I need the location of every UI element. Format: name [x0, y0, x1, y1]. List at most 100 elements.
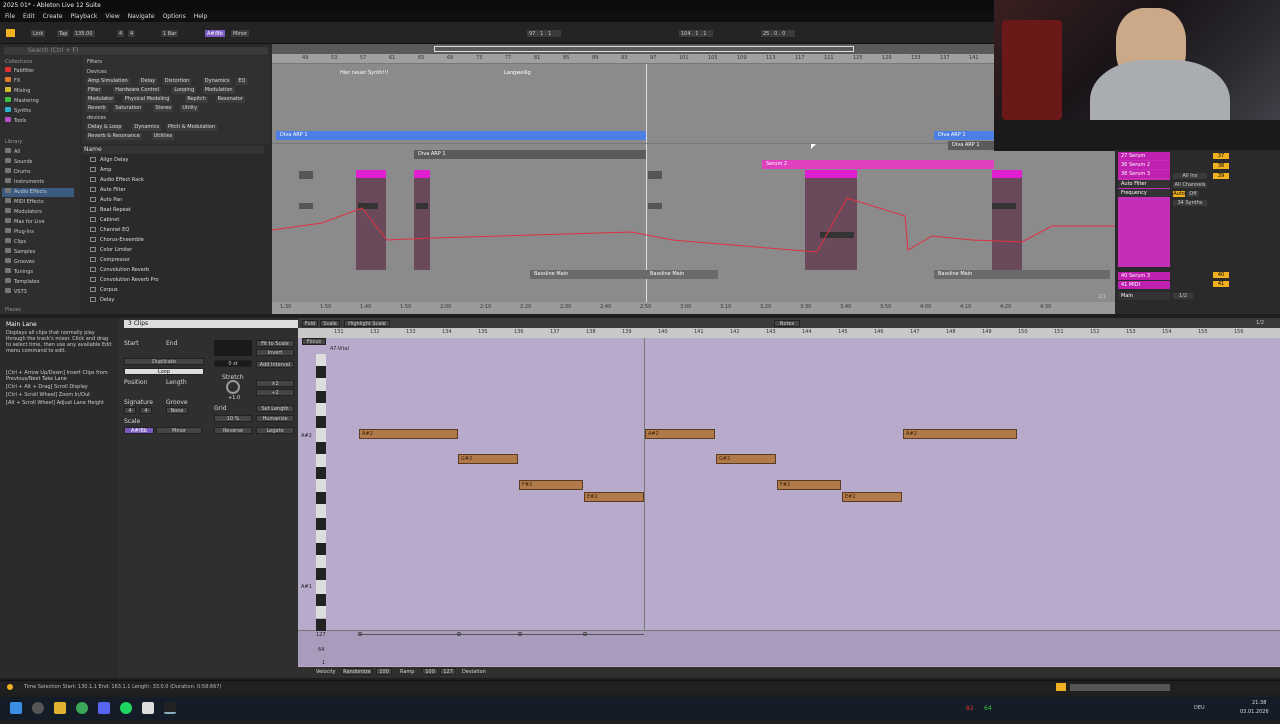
browser-item[interactable]: Convolution Reverb Pro: [90, 275, 159, 285]
main-value[interactable]: 1/2: [1173, 293, 1193, 299]
device-tag[interactable]: Modulator: [86, 96, 116, 103]
mixer-track-4[interactable]: 40 Serum 3: [1118, 272, 1170, 280]
velocity-marker[interactable]: [457, 632, 461, 636]
set-length-button[interactable]: Set Length: [256, 405, 294, 412]
collection-fx[interactable]: FX: [5, 77, 20, 86]
library-item-sounds[interactable]: Sounds: [5, 158, 32, 167]
ramp-start[interactable]: 100: [422, 668, 438, 675]
browser-item[interactable]: Channel EQ: [90, 225, 129, 235]
clip-diva-arp-3[interactable]: Diva ARP 1: [414, 150, 646, 159]
app-icon-1[interactable]: [32, 702, 44, 714]
library-item-midi-effects[interactable]: MIDI Effects: [5, 198, 44, 207]
highlight-scale-button[interactable]: Highlight Scale: [344, 320, 390, 327]
link-button[interactable]: Link: [30, 29, 47, 38]
quantize-menu[interactable]: 1 Bar: [160, 29, 180, 38]
vol-track-5[interactable]: 41: [1213, 281, 1229, 287]
black-key[interactable]: [316, 391, 326, 403]
browser-item[interactable]: Auto Filter: [90, 185, 126, 195]
midi-note[interactable]: G#2: [458, 454, 518, 464]
name-column-header[interactable]: Name: [82, 146, 264, 154]
device-tag[interactable]: Hardware Control: [113, 87, 161, 94]
key-select[interactable]: A#/Bb: [204, 29, 226, 38]
library-item-all[interactable]: All: [5, 148, 20, 157]
black-key[interactable]: [316, 594, 326, 606]
device-tag[interactable]: Amp Simulation: [86, 78, 130, 85]
device-tag[interactable]: Reverb: [86, 105, 108, 112]
half-button[interactable]: ÷2: [256, 389, 294, 396]
input-channel[interactable]: All Channels: [1173, 182, 1207, 188]
browser-item[interactable]: Cabinet: [90, 215, 119, 225]
overview-window[interactable]: [434, 46, 854, 52]
velocity-marker[interactable]: [358, 632, 362, 636]
mixer-track-2[interactable]: 36 Serum 2: [1118, 161, 1170, 169]
library-item-plug-ins[interactable]: Plug-Ins: [5, 228, 34, 237]
reverse-button[interactable]: Reverse: [214, 427, 252, 434]
browser-item[interactable]: Amp: [90, 165, 111, 175]
menu-edit[interactable]: Edit: [23, 13, 35, 20]
black-key[interactable]: [316, 467, 326, 479]
midi-note[interactable]: F#2: [777, 480, 841, 490]
library-item-audio-effects[interactable]: Audio Effects: [2, 188, 74, 197]
midi-note[interactable]: A#2: [903, 429, 1017, 439]
black-key[interactable]: [316, 619, 326, 631]
explorer-icon[interactable]: [54, 702, 66, 714]
browser-item[interactable]: Audio Effect Rack: [90, 175, 144, 185]
device-tag[interactable]: Delay & Loop: [86, 124, 124, 131]
loop-start-field[interactable]: 104 . 1 . 1: [678, 29, 714, 38]
output-chooser[interactable]: 34 Synths: [1173, 200, 1207, 206]
mixer-track-5[interactable]: 41 MIDI: [1118, 281, 1170, 289]
device-tag[interactable]: Filter: [86, 87, 103, 94]
device-tag[interactable]: Physical Modeling: [122, 96, 172, 103]
time-ruler[interactable]: 1:30 1:50 1:40 1:50 2:00 2:10 2:20 2:30 2:40 2:50…: [272, 302, 1115, 314]
menu-navigate[interactable]: Navigate: [128, 13, 155, 20]
clip-diva-arp-4[interactable]: Diva ARP 1: [948, 141, 994, 150]
transpose-field[interactable]: 0 st: [214, 360, 252, 367]
vol-track-4[interactable]: 40: [1213, 272, 1229, 278]
library-item-modulators[interactable]: Modulators: [5, 208, 42, 217]
midi-note[interactable]: G#2: [716, 454, 776, 464]
collection-fabfilter[interactable]: Fabfilter: [5, 67, 34, 76]
menu-playback[interactable]: Playback: [71, 13, 98, 20]
stretch-knob-icon[interactable]: [226, 380, 240, 394]
overview-strip[interactable]: [272, 44, 994, 54]
sig-num[interactable]: 4: [124, 407, 136, 414]
black-key[interactable]: [316, 416, 326, 428]
focus-button[interactable]: Focus: [302, 338, 326, 345]
ableton-icon[interactable]: [164, 702, 176, 714]
velocity-marker[interactable]: [518, 632, 522, 636]
midi-note[interactable]: A#2: [359, 429, 458, 439]
monitor-off[interactable]: Off: [1187, 191, 1199, 197]
locator-1[interactable]: Hier neuer Synth!!!: [340, 70, 388, 76]
collection-synths[interactable]: Synths: [5, 107, 31, 116]
locator-2[interactable]: Langweilig: [504, 70, 531, 76]
browser-item[interactable]: Beat Repeat: [90, 205, 131, 215]
midi-note[interactable]: A#2: [645, 429, 715, 439]
tap-button[interactable]: Tap: [56, 29, 71, 38]
scale-button[interactable]: Scale: [320, 320, 340, 327]
device-tag[interactable]: Distortion: [162, 78, 192, 85]
main-track[interactable]: Main: [1118, 292, 1170, 300]
menu-file[interactable]: File: [5, 13, 15, 20]
fold-button[interactable]: Fold: [302, 320, 318, 327]
device-chooser[interactable]: Auto Filter: [1118, 180, 1170, 188]
scale-mode[interactable]: Minor: [156, 427, 202, 434]
black-key[interactable]: [316, 568, 326, 580]
midi-note[interactable]: E#2: [842, 492, 902, 502]
humanize-button[interactable]: Humanize: [256, 415, 294, 422]
clip-diva-arp-1[interactable]: Diva ARP 1: [276, 131, 646, 140]
black-key[interactable]: [316, 442, 326, 454]
device-tag[interactable]: Stereo: [153, 105, 174, 112]
sig-den[interactable]: 4: [140, 407, 152, 414]
sig-num-field[interactable]: 4: [116, 29, 125, 38]
library-item-samples[interactable]: Samples: [5, 248, 35, 257]
library-item-grooves[interactable]: Grooves: [5, 258, 35, 267]
collection-tools[interactable]: Tools: [5, 117, 26, 126]
midi-editor[interactable]: Fold Scale Highlight Scale Notes 1/2 Foc…: [298, 318, 1280, 678]
device-tag[interactable]: Resonator: [215, 96, 245, 103]
vol-track-2[interactable]: 38: [1213, 163, 1229, 169]
clip-bassline-3[interactable]: Bassline Main: [934, 270, 1110, 279]
percent-field[interactable]: 10 %: [214, 415, 252, 422]
legato-button[interactable]: Legato: [256, 427, 294, 434]
device-tag[interactable]: Dynamics: [202, 78, 232, 85]
randomize-amount[interactable]: 100: [376, 668, 392, 675]
